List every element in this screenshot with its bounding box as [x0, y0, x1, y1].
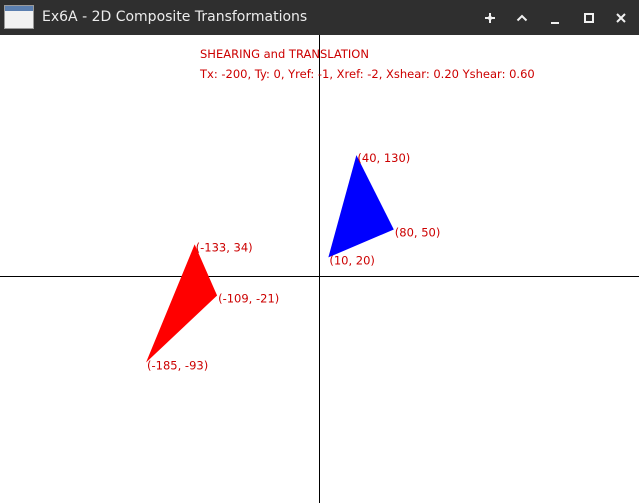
drawing-canvas: SHEARING and TRANSLATION Tx: -200, Ty: 0…	[0, 35, 639, 503]
minimize-button[interactable]	[543, 6, 567, 30]
application-window: Ex6A - 2D Composite Transformations SHEA…	[0, 0, 639, 503]
vertex-label: (-133, 34)	[196, 240, 253, 254]
vertex-label: (10, 20)	[329, 253, 375, 267]
title-bar[interactable]: Ex6A - 2D Composite Transformations	[0, 0, 639, 35]
raise-button[interactable]	[510, 6, 534, 30]
original-triangle	[328, 155, 394, 258]
minimize-icon	[551, 22, 559, 24]
heading-text: SHEARING and TRANSLATION	[200, 47, 369, 61]
maximize-icon	[584, 13, 594, 23]
vertex-label: (40, 130)	[357, 151, 410, 165]
maximize-button[interactable]	[577, 6, 601, 30]
transformation-plot: SHEARING and TRANSLATION Tx: -200, Ty: 0…	[0, 35, 639, 503]
transformed-vertex-labels: (-133, 34) (-109, -21) (-185, -93)	[147, 240, 279, 372]
vertex-label: (-185, -93)	[147, 358, 208, 372]
vertex-label: (80, 50)	[395, 226, 441, 240]
close-icon	[616, 13, 626, 23]
vertex-label: (-109, -21)	[218, 292, 279, 306]
close-button[interactable]	[609, 6, 633, 30]
transformed-triangle	[146, 244, 218, 363]
pin-button[interactable]	[478, 6, 502, 30]
chevron-up-icon	[516, 14, 528, 22]
parameters-text: Tx: -200, Ty: 0, Yref: -1, Xref: -2, Xsh…	[199, 67, 535, 81]
pin-icon	[485, 13, 495, 23]
window-title: Ex6A - 2D Composite Transformations	[42, 9, 308, 25]
app-icon	[4, 5, 34, 29]
